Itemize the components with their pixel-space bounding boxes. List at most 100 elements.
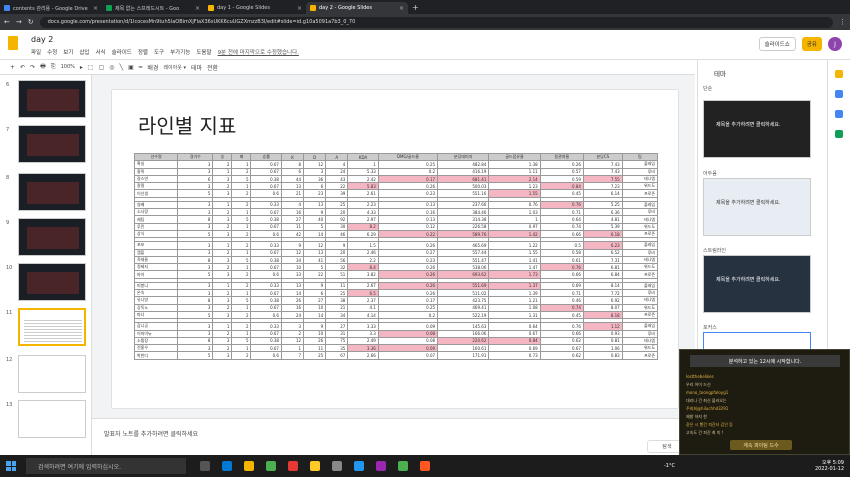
table-cell[interactable]: 7.31 xyxy=(582,255,623,265)
table-cell[interactable]: 384.46 xyxy=(437,208,490,217)
table-cell[interactable]: 2.46 xyxy=(347,248,379,257)
table-cell[interactable]: 2 xyxy=(212,263,233,272)
toolbar-item[interactable]: ▢ xyxy=(99,64,105,71)
table-cell[interactable]: 0.67 xyxy=(250,289,282,298)
table-cell[interactable]: 테나엠 xyxy=(621,255,659,265)
table-cell[interactable]: 1.73 xyxy=(488,270,541,279)
table-cell[interactable]: 2 xyxy=(212,248,233,257)
close-icon[interactable]: × xyxy=(297,5,302,12)
table-cell[interactable]: 0.33 xyxy=(250,241,282,250)
table-cell[interactable]: 6.84 xyxy=(582,270,623,279)
table-cell[interactable]: 42 xyxy=(280,229,305,239)
table-cell[interactable]: 551.16 xyxy=(437,189,490,198)
table-cell[interactable]: 루린 xyxy=(133,222,179,231)
table-cell[interactable]: 0.76 xyxy=(539,200,584,210)
table-cell[interactable]: 5 xyxy=(231,296,252,305)
table-cell[interactable]: 92 xyxy=(325,215,349,224)
table-cell[interactable]: 1.03 xyxy=(488,208,541,217)
toolbar-item[interactable]: ↶ xyxy=(20,64,25,71)
back-icon[interactable]: ← xyxy=(4,18,10,26)
menu-item[interactable]: 수정 xyxy=(47,48,57,56)
table-cell[interactable]: 1.55 xyxy=(488,248,541,257)
keep-icon[interactable] xyxy=(835,70,843,78)
table-cell[interactable]: 3.82 xyxy=(347,270,379,279)
app-icon[interactable] xyxy=(288,461,298,471)
table-cell[interactable]: 1 xyxy=(231,344,252,353)
toolbar-item[interactable]: 100% xyxy=(61,64,75,70)
table-cell[interactable]: 1 xyxy=(488,215,541,224)
table-cell[interactable]: 5 xyxy=(231,336,252,346)
table-cell[interactable]: 4 xyxy=(325,160,349,169)
table-cell[interactable]: 24 xyxy=(280,310,305,320)
table-cell[interactable]: 7.55 xyxy=(582,174,623,184)
table-cell[interactable]: 1 xyxy=(231,222,252,231)
table-cell[interactable]: 0.38 xyxy=(250,255,282,265)
table-cell[interactable]: 2 xyxy=(212,303,233,312)
table-cell[interactable]: 플레임 xyxy=(621,281,659,291)
new-tab-icon[interactable]: + xyxy=(412,3,419,12)
table-cell[interactable]: 67 xyxy=(325,351,349,360)
table-cell[interactable]: 27 xyxy=(280,215,305,224)
table-cell[interactable]: 6 xyxy=(280,167,305,176)
toolbar-item[interactable]: ⬚ xyxy=(88,64,94,71)
table-cell[interactable]: 171.91 xyxy=(437,351,490,360)
table-cell[interactable]: 0.76 xyxy=(488,200,541,210)
table-cell[interactable]: 9 xyxy=(280,241,305,250)
table-cell[interactable]: 226.58 xyxy=(437,222,490,231)
table-cell[interactable]: 56 xyxy=(325,255,349,265)
table-cell[interactable]: 2 xyxy=(280,329,305,338)
table-cell[interactable]: 0.17 xyxy=(377,174,439,184)
menu-item[interactable]: 정렬 xyxy=(138,48,148,56)
table-cell[interactable]: 5.33 xyxy=(347,167,379,176)
table-cell[interactable]: 3 xyxy=(177,241,214,250)
slide-title[interactable]: 라인별 지표 xyxy=(138,110,236,139)
table-cell[interactable]: 0.45 xyxy=(539,310,584,320)
table-cell[interactable]: 2.23 xyxy=(347,200,379,210)
table-cell[interactable]: 위드도 xyxy=(621,263,659,272)
table-cell[interactable]: 0.69 xyxy=(539,281,584,291)
table-cell[interactable]: 8.2 xyxy=(347,222,379,231)
table-cell[interactable]: 237.66 xyxy=(437,200,490,210)
toolbar-item[interactable]: 테마 xyxy=(191,63,202,72)
table-cell[interactable]: 10 xyxy=(280,263,305,272)
table-cell[interactable]: 2.49 xyxy=(347,336,379,346)
toolbar-item[interactable]: ◎ xyxy=(109,64,114,71)
table-cell[interactable]: 2 xyxy=(212,289,233,298)
table-cell[interactable]: 0.64 xyxy=(539,215,584,224)
table-cell[interactable]: 위드도 xyxy=(621,344,659,353)
table-cell[interactable]: 2.61 xyxy=(347,189,379,198)
table-cell[interactable]: 3.33 xyxy=(347,322,379,331)
table-cell[interactable]: 0.76 xyxy=(539,263,584,272)
browser-tab[interactable]: contents 관리용 - Google Drive × xyxy=(0,2,102,14)
table-cell[interactable]: 0.74 xyxy=(539,303,584,312)
table-cell[interactable]: 6.5 xyxy=(347,289,379,298)
table-cell[interactable]: 1 xyxy=(231,160,252,169)
table-cell[interactable]: 4.14 xyxy=(347,310,379,320)
menu-item[interactable]: 도구 xyxy=(154,48,164,56)
table-cell[interactable]: 9 xyxy=(303,322,327,331)
table-cell[interactable]: 0.67 xyxy=(250,222,282,231)
extensions-icon[interactable]: ⋮ xyxy=(839,18,846,26)
table-cell[interactable]: 3.3 xyxy=(347,329,379,338)
table-cell[interactable]: 0.38 xyxy=(250,336,282,346)
table-cell[interactable]: 1 xyxy=(212,167,233,176)
table-cell[interactable]: 500.03 xyxy=(437,182,490,191)
table-cell[interactable]: 5.25 xyxy=(582,200,623,210)
table-cell[interactable]: 1 xyxy=(231,248,252,257)
table-cell[interactable]: 6.36 xyxy=(582,208,623,217)
table-cell[interactable]: 0.97 xyxy=(488,222,541,231)
toolbar-item[interactable]: 레이아웃 ▾ xyxy=(163,64,186,71)
table-cell[interactable]: 0.93 xyxy=(582,329,623,338)
table-cell[interactable]: 3 xyxy=(177,222,214,231)
table-cell[interactable]: 3 xyxy=(212,174,233,184)
slide-thumbnail[interactable] xyxy=(18,355,86,393)
table-cell[interactable]: 2 xyxy=(231,281,252,291)
toolbar-item[interactable]: + xyxy=(10,64,15,71)
table-cell[interactable]: 0.5 xyxy=(539,241,584,250)
table-cell[interactable]: 0.6 xyxy=(250,310,282,320)
table-cell[interactable]: 1.39 xyxy=(488,289,541,298)
table-cell[interactable]: 0.26 xyxy=(377,263,439,272)
table-cell[interactable]: 제팀 xyxy=(133,215,179,224)
table-cell[interactable]: 22 xyxy=(303,270,327,279)
toolbar-item[interactable]: ⎘ xyxy=(51,63,56,71)
